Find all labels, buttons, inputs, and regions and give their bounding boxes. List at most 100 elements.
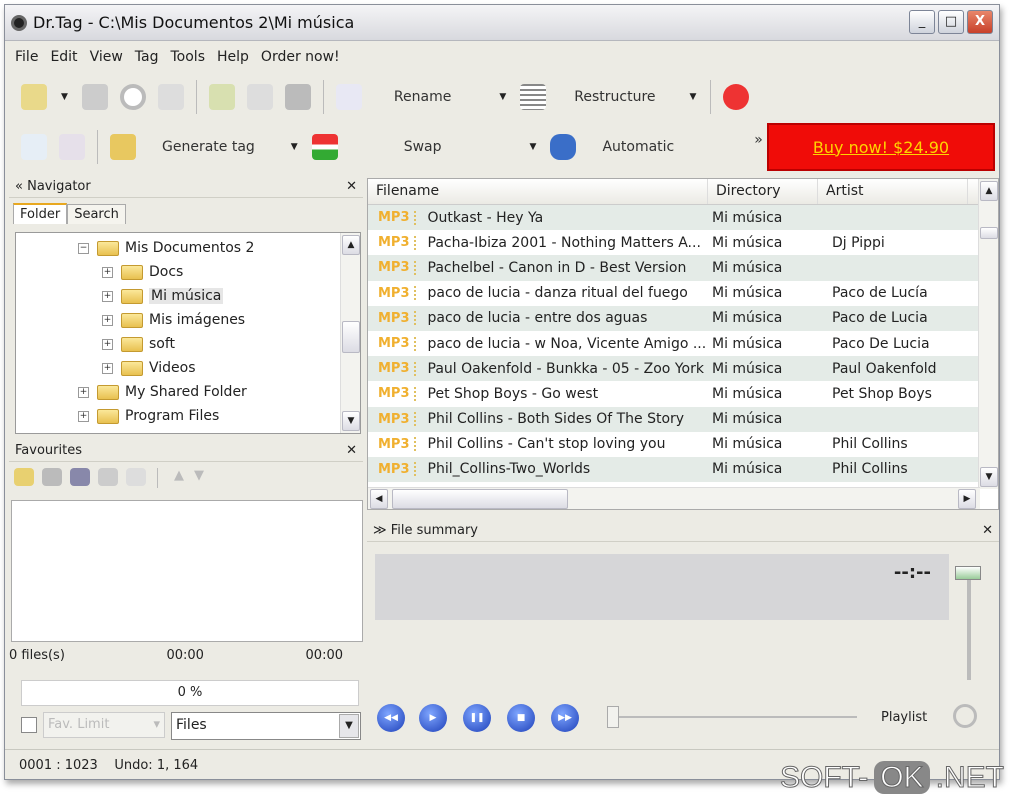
menu-edit[interactable]: Edit bbox=[50, 49, 77, 65]
filter-select[interactable]: Files ▼ bbox=[171, 712, 361, 740]
tree-node[interactable]: + My Shared Folder bbox=[78, 381, 247, 403]
table-row[interactable]: MP3 paco de lucia - entre dos aguas Mi mús… bbox=[368, 305, 998, 331]
play-button[interactable]: ▶ bbox=[419, 704, 447, 732]
stop-icon[interactable] bbox=[119, 84, 146, 110]
restructure-dropdown-icon[interactable]: ▼ bbox=[690, 92, 697, 102]
volume-slider[interactable] bbox=[955, 566, 981, 680]
seek-thumb[interactable] bbox=[607, 706, 619, 728]
column-artist[interactable]: Artist bbox=[818, 179, 968, 204]
table-row[interactable]: MP3 Pacha-Ibiza 2001 - Nothing Matters A.… bbox=[368, 230, 998, 255]
column-filename[interactable]: Filename bbox=[368, 179, 708, 204]
table-row[interactable]: MP3 Pachelbel - Canon in D - Best Version… bbox=[368, 255, 998, 281]
previous-button[interactable]: ◀◀ bbox=[377, 704, 405, 732]
menu-tools[interactable]: Tools bbox=[171, 49, 206, 65]
tree-node[interactable]: + Mi música bbox=[102, 285, 224, 307]
column-directory[interactable]: Directory bbox=[708, 179, 818, 204]
playlist-label[interactable]: Playlist bbox=[881, 710, 927, 725]
expander-icon[interactable]: + bbox=[78, 410, 89, 422]
scroll-thumb[interactable] bbox=[342, 321, 360, 353]
remove-file-icon[interactable] bbox=[59, 134, 85, 160]
save-icon[interactable] bbox=[81, 84, 108, 110]
cancel-icon[interactable] bbox=[723, 84, 750, 110]
hscroll-thumb[interactable] bbox=[392, 489, 568, 509]
tab-folder[interactable]: Folder bbox=[13, 203, 68, 224]
menu-view[interactable]: View bbox=[90, 49, 123, 65]
pause-button[interactable]: ❚❚ bbox=[463, 704, 491, 732]
expander-icon[interactable]: + bbox=[78, 386, 89, 398]
tree-node[interactable]: + Videos bbox=[102, 357, 196, 379]
undo-icon[interactable] bbox=[157, 84, 184, 110]
new-file-icon[interactable] bbox=[21, 134, 47, 160]
scroll-down-button[interactable]: ▼ bbox=[980, 467, 998, 487]
expander-icon[interactable]: − bbox=[78, 242, 89, 254]
table-row[interactable]: MP3 Phil_Collins-Two_Worlds Mi música Phil … bbox=[368, 456, 998, 483]
table-row[interactable]: MP3 Phil Collins - Both Sides Of The Stor… bbox=[368, 406, 998, 432]
move-up-icon[interactable]: ▲ bbox=[174, 468, 184, 488]
automatic-button[interactable]: Automatic bbox=[602, 139, 674, 155]
swap-button[interactable]: Swap bbox=[404, 139, 442, 155]
rename-button[interactable]: Rename bbox=[394, 89, 451, 105]
scroll-left-button[interactable]: ◀ bbox=[370, 489, 388, 509]
table-row[interactable]: MP3 paco de lucia - danza ritual del fueg… bbox=[368, 281, 998, 306]
favourite-settings-icon[interactable] bbox=[98, 468, 118, 486]
rename-dropdown-icon[interactable]: ▼ bbox=[499, 92, 506, 102]
seek-slider[interactable] bbox=[607, 706, 857, 728]
generate-tag-dropdown-icon[interactable]: ▼ bbox=[291, 142, 298, 152]
scroll-right-button[interactable]: ▶ bbox=[958, 489, 976, 509]
search-icon[interactable] bbox=[208, 84, 235, 110]
scroll-down-button[interactable]: ▼ bbox=[342, 411, 360, 431]
next-button[interactable]: ▶▶ bbox=[551, 704, 579, 732]
favourites-close-button[interactable]: ✕ bbox=[346, 443, 357, 458]
restructure-button[interactable]: Restructure bbox=[574, 89, 655, 105]
swap-dropdown-icon[interactable]: ▼ bbox=[530, 142, 537, 152]
add-favourite-icon[interactable] bbox=[14, 468, 34, 486]
favourite-options-icon[interactable] bbox=[126, 468, 146, 486]
menu-file[interactable]: File bbox=[15, 49, 38, 65]
move-down-icon[interactable]: ▼ bbox=[194, 468, 204, 488]
menu-ordernow[interactable]: Order now! bbox=[261, 49, 340, 65]
tree-node[interactable]: + Program Files bbox=[78, 405, 219, 427]
tree-node[interactable]: + Mis imágenes bbox=[102, 309, 245, 331]
tree-node[interactable]: − Mis Documentos 2 bbox=[78, 237, 254, 259]
film-icon[interactable] bbox=[284, 84, 311, 110]
expand-icon[interactable]: ≫ bbox=[373, 523, 387, 538]
tree-node[interactable]: + Docs bbox=[102, 261, 183, 283]
table-row[interactable]: MP3 Phil Collins - Can't stop loving you M… bbox=[368, 432, 998, 457]
table-row[interactable]: MP3 paco de lucia - w Noa, Vicente Amigo … bbox=[368, 331, 998, 356]
goto-favourite-icon[interactable] bbox=[70, 468, 90, 486]
sort-icon[interactable] bbox=[246, 84, 273, 110]
remove-favourite-icon[interactable] bbox=[42, 468, 62, 486]
expander-icon[interactable]: + bbox=[102, 290, 113, 302]
table-hscrollbar[interactable]: ◀ ▶ bbox=[368, 487, 980, 509]
toolbar-overflow-button[interactable]: » bbox=[754, 132, 763, 148]
table-row[interactable]: MP3 Outkast - Hey Ya Mi música bbox=[368, 205, 998, 231]
expander-icon[interactable]: + bbox=[102, 338, 113, 350]
playlist-icon[interactable] bbox=[953, 704, 977, 728]
collapse-icon[interactable]: « bbox=[15, 179, 23, 194]
maximize-button[interactable]: □ bbox=[938, 10, 964, 34]
fav-limit-checkbox[interactable] bbox=[21, 717, 37, 733]
stop-button[interactable]: ■ bbox=[507, 704, 535, 732]
navigator-close-button[interactable]: ✕ bbox=[346, 179, 357, 194]
scroll-up-button[interactable]: ▲ bbox=[980, 181, 998, 201]
minimize-button[interactable]: _ bbox=[909, 10, 935, 34]
tree-scrollbar[interactable]: ▲ ▼ bbox=[340, 233, 360, 433]
tree-node[interactable]: + soft bbox=[102, 333, 175, 355]
scroll-thumb[interactable] bbox=[980, 227, 998, 239]
generate-tag-button[interactable]: Generate tag bbox=[162, 139, 255, 155]
close-button[interactable]: X bbox=[967, 10, 993, 34]
open-dropdown-icon[interactable]: ▼ bbox=[61, 92, 68, 102]
buy-now-button[interactable]: Buy now! $24.90 bbox=[767, 123, 995, 171]
tab-search[interactable]: Search bbox=[67, 204, 126, 224]
expander-icon[interactable]: + bbox=[102, 314, 113, 326]
file-summary-close-button[interactable]: ✕ bbox=[982, 523, 993, 538]
volume-thumb[interactable] bbox=[955, 566, 981, 580]
menu-help[interactable]: Help bbox=[217, 49, 249, 65]
expander-icon[interactable]: + bbox=[102, 362, 113, 374]
scroll-up-button[interactable]: ▲ bbox=[342, 235, 360, 255]
expander-icon[interactable]: + bbox=[102, 266, 113, 278]
open-folder-icon[interactable] bbox=[21, 84, 47, 110]
fav-limit-select[interactable]: Fav. Limit ▾ bbox=[43, 712, 165, 738]
chevron-down-icon[interactable]: ▼ bbox=[339, 714, 359, 738]
favourites-list[interactable] bbox=[11, 500, 363, 642]
